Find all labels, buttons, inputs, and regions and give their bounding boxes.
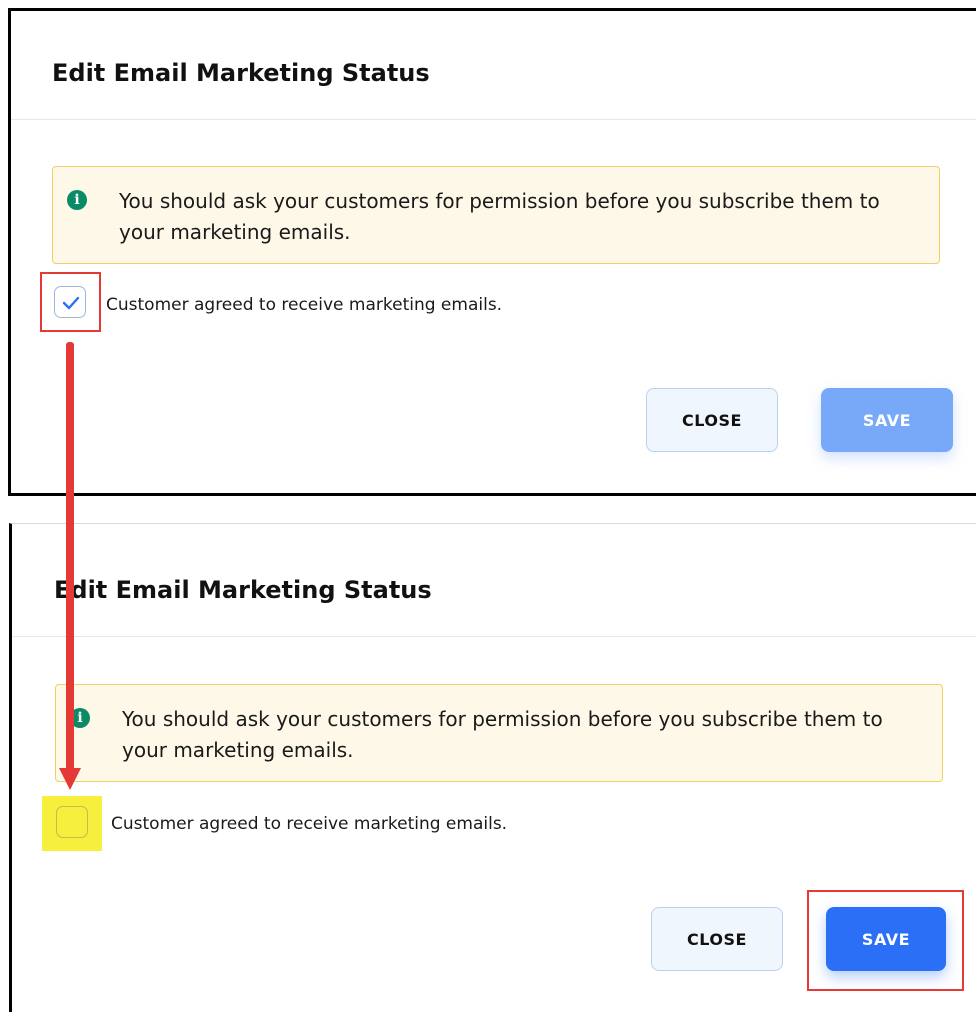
dialog-title: Edit Email Marketing Status: [52, 59, 430, 87]
permission-alert: i You should ask your customers for perm…: [52, 166, 940, 264]
arrow-head-annotation: [59, 768, 81, 790]
arrow-down-annotation: [66, 342, 74, 772]
marketing-consent-checkbox[interactable]: [56, 806, 88, 838]
edit-email-status-dialog-before: Edit Email Marketing Status i You should…: [8, 8, 976, 496]
checkmark-icon: [62, 296, 80, 310]
consent-label: Customer agreed to receive marketing ema…: [111, 814, 508, 834]
edit-email-status-dialog-after: Edit Email Marketing Status i You should…: [9, 523, 976, 1012]
alert-message: You should ask your customers for permis…: [122, 707, 883, 762]
save-button[interactable]: SAVE: [826, 907, 946, 971]
header-divider: [11, 119, 976, 120]
dialog-title: Edit Email Marketing Status: [54, 576, 432, 604]
marketing-consent-checkbox[interactable]: [54, 286, 86, 318]
info-icon: i: [67, 190, 87, 210]
header-divider: [12, 636, 976, 637]
close-button[interactable]: CLOSE: [651, 907, 783, 971]
close-button[interactable]: CLOSE: [646, 388, 778, 452]
alert-message: You should ask your customers for permis…: [119, 189, 880, 244]
permission-alert: i You should ask your customers for perm…: [55, 684, 943, 782]
consent-label: Customer agreed to receive marketing ema…: [106, 295, 503, 315]
save-button-disabled[interactable]: SAVE: [821, 388, 953, 452]
